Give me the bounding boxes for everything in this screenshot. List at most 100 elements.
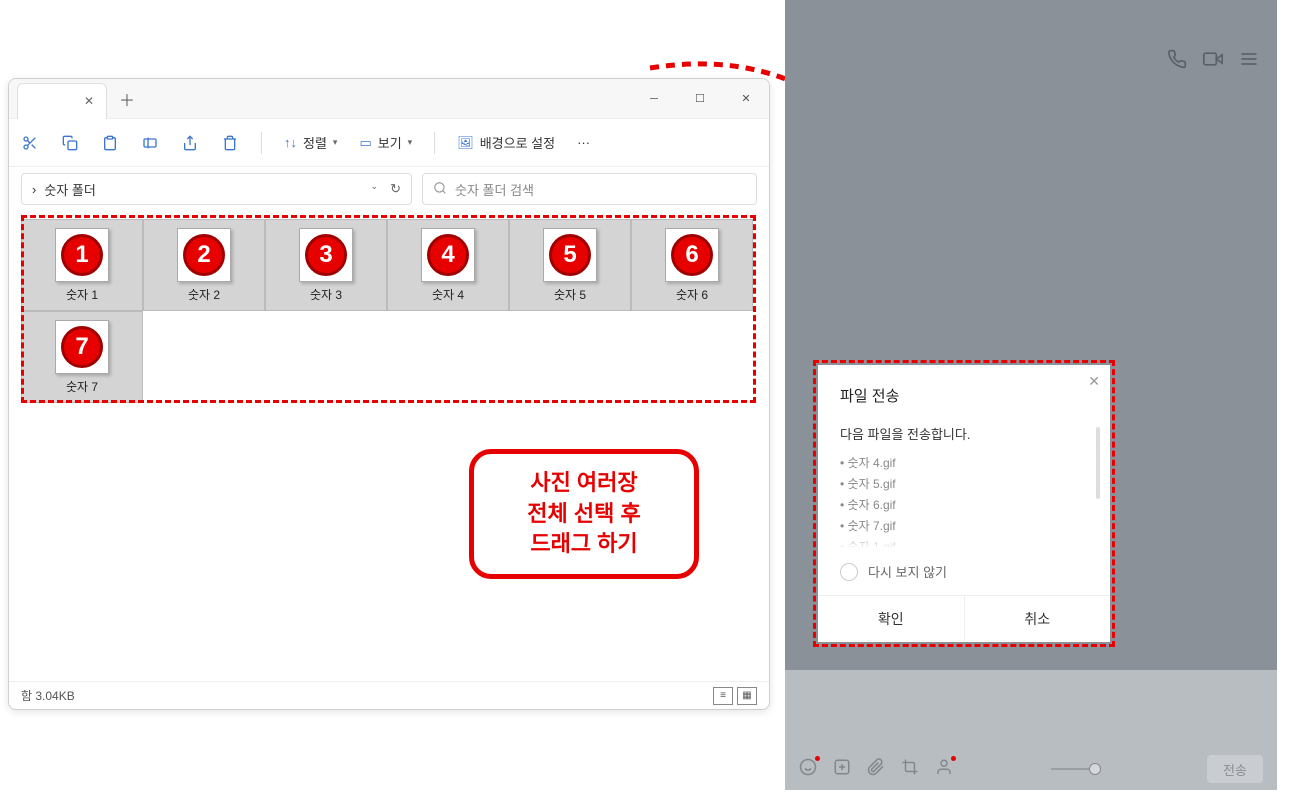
- file-item[interactable]: 5 숫자 5: [509, 219, 631, 311]
- status-text: 함 3.04KB: [21, 687, 75, 704]
- file-thumbnail: 2: [177, 228, 231, 282]
- chevron-down-icon: ▾: [408, 137, 413, 148]
- breadcrumb-chevron: ›: [32, 182, 36, 197]
- number-badge: 4: [427, 234, 469, 276]
- number-badge: 2: [183, 234, 225, 276]
- explorer-tab[interactable]: ✕: [17, 83, 107, 119]
- confirm-button[interactable]: 확인: [818, 596, 965, 642]
- explorer-toolbar: ↑↓ 정렬 ▾ ▭ 보기 ▾ 🖼 배경으로 설정 ···: [9, 119, 769, 167]
- chat-footer: 전송: [785, 670, 1277, 790]
- dont-show-label: 다시 보지 않기: [868, 562, 947, 581]
- sort-button[interactable]: ↑↓ 정렬 ▾: [284, 133, 337, 152]
- view-label: 보기: [378, 133, 402, 152]
- chat-window: ✕ 파일 전송 다음 파일을 전송합니다. 숫자 4.gif숫자 5.gif숫자…: [785, 0, 1277, 790]
- file-item[interactable]: 3 숫자 3: [265, 219, 387, 311]
- delete-icon[interactable]: [221, 134, 239, 152]
- chat-body: ✕ 파일 전송 다음 파일을 전송합니다. 숫자 4.gif숫자 5.gif숫자…: [785, 90, 1277, 670]
- status-bar: 함 3.04KB ≡ ▦: [9, 681, 769, 709]
- list-view-icon[interactable]: ≡: [713, 687, 733, 705]
- call-icon[interactable]: [1167, 49, 1187, 74]
- file-thumbnail: 3: [299, 228, 353, 282]
- share-icon[interactable]: [181, 134, 199, 152]
- menu-icon[interactable]: [1239, 49, 1259, 74]
- list-item: 숫자 5.gif: [840, 474, 1088, 495]
- more-button[interactable]: ···: [577, 135, 590, 150]
- number-badge: 3: [305, 234, 347, 276]
- scrollbar[interactable]: [1096, 427, 1100, 499]
- file-label: 숫자 2: [188, 286, 220, 303]
- crop-icon[interactable]: [901, 758, 919, 781]
- chat-input[interactable]: [785, 670, 1277, 748]
- list-item: 숫자 4.gif: [840, 453, 1088, 474]
- tab-close-icon[interactable]: ✕: [84, 94, 94, 108]
- modal-message: 다음 파일을 전송합니다.: [840, 424, 1088, 443]
- file-transfer-modal: ✕ 파일 전송 다음 파일을 전송합니다. 숫자 4.gif숫자 5.gif숫자…: [818, 365, 1110, 642]
- file-explorer-window: ✕ ＋ ─ ☐ ✕ ↑↓ 정렬 ▾: [8, 78, 770, 710]
- number-badge: 7: [61, 326, 103, 368]
- maximize-button[interactable]: ☐: [677, 79, 723, 119]
- rename-icon[interactable]: [141, 134, 159, 152]
- file-grid-area: 1 숫자 1 2 숫자 2 3 숫자 3 4 숫자 4 5 숫자 5 6 숫자 …: [9, 211, 769, 411]
- modal-highlight: ✕ 파일 전송 다음 파일을 전송합니다. 숫자 4.gif숫자 5.gif숫자…: [813, 360, 1115, 647]
- search-input[interactable]: 숫자 폴더 검색: [422, 173, 757, 205]
- addressbar-row: › 숫자 폴더 ⌄ ↻ 숫자 폴더 검색: [9, 167, 769, 211]
- cancel-button[interactable]: 취소: [965, 596, 1111, 642]
- address-bar[interactable]: › 숫자 폴더 ⌄ ↻: [21, 173, 412, 205]
- close-button[interactable]: ✕: [723, 79, 769, 119]
- emoji-icon[interactable]: [799, 758, 817, 781]
- profile-icon[interactable]: [935, 758, 953, 781]
- file-thumbnail: 1: [55, 228, 109, 282]
- file-item[interactable]: 6 숫자 6: [631, 219, 753, 311]
- instruction-line2: 전체 선택 후: [527, 499, 640, 530]
- zoom-slider[interactable]: [1051, 762, 1101, 776]
- grid-view-icon[interactable]: ▦: [737, 687, 757, 705]
- file-label: 숫자 1: [66, 286, 98, 303]
- plus-icon[interactable]: [833, 758, 851, 781]
- search-placeholder: 숫자 폴더 검색: [455, 180, 534, 199]
- file-thumbnail: 4: [421, 228, 475, 282]
- separator: [261, 132, 262, 154]
- titlebar: ✕ ＋ ─ ☐ ✕: [9, 79, 769, 119]
- separator: [434, 132, 435, 154]
- refresh-icon[interactable]: ↻: [390, 181, 401, 197]
- window-controls: ─ ☐ ✕: [631, 79, 769, 119]
- file-label: 숫자 4: [432, 286, 464, 303]
- number-badge: 5: [549, 234, 591, 276]
- modal-file-list: 숫자 4.gif숫자 5.gif숫자 6.gif숫자 7.gif숫자 1.gif: [840, 453, 1088, 548]
- checkbox-icon[interactable]: [840, 563, 858, 581]
- cut-icon[interactable]: [21, 134, 39, 152]
- file-item[interactable]: 1 숫자 1: [21, 219, 143, 311]
- file-item[interactable]: 2 숫자 2: [143, 219, 265, 311]
- file-label: 숫자 3: [310, 286, 342, 303]
- file-item[interactable]: 4 숫자 4: [387, 219, 509, 311]
- file-label: 숫자 6: [676, 286, 708, 303]
- copy-icon[interactable]: [61, 134, 79, 152]
- send-button[interactable]: 전송: [1207, 755, 1263, 783]
- instruction-callout: 사진 여러장 전체 선택 후 드래그 하기: [469, 449, 699, 579]
- modal-title: 파일 전송: [840, 385, 1088, 406]
- sort-label: 정렬: [303, 133, 327, 152]
- number-badge: 1: [61, 234, 103, 276]
- chat-toolbar: 전송: [785, 748, 1277, 790]
- file-label: 숫자 5: [554, 286, 586, 303]
- breadcrumb-folder[interactable]: 숫자 폴더: [44, 180, 95, 199]
- set-wallpaper-button[interactable]: 🖼 배경으로 설정: [457, 133, 555, 152]
- file-thumbnail: 6: [665, 228, 719, 282]
- video-icon[interactable]: [1203, 49, 1223, 74]
- minimize-button[interactable]: ─: [631, 79, 677, 119]
- new-tab-button[interactable]: ＋: [119, 87, 135, 111]
- file-label: 숫자 7: [66, 378, 98, 395]
- dont-show-row[interactable]: 다시 보지 않기: [840, 562, 1088, 581]
- paste-icon[interactable]: [101, 134, 119, 152]
- number-badge: 6: [671, 234, 713, 276]
- list-item: 숫자 6.gif: [840, 495, 1088, 516]
- file-thumbnail: 7: [55, 320, 109, 374]
- instruction-line3: 드래그 하기: [530, 529, 637, 560]
- attach-icon[interactable]: [867, 758, 885, 781]
- view-button[interactable]: ▭ 보기 ▾: [359, 133, 412, 152]
- file-thumbnail: 5: [543, 228, 597, 282]
- chat-header: [785, 0, 1277, 90]
- address-dropdown-icon[interactable]: ⌄: [371, 181, 379, 197]
- wallpaper-label: 배경으로 설정: [480, 133, 555, 152]
- file-item[interactable]: 7 숫자 7: [21, 311, 143, 403]
